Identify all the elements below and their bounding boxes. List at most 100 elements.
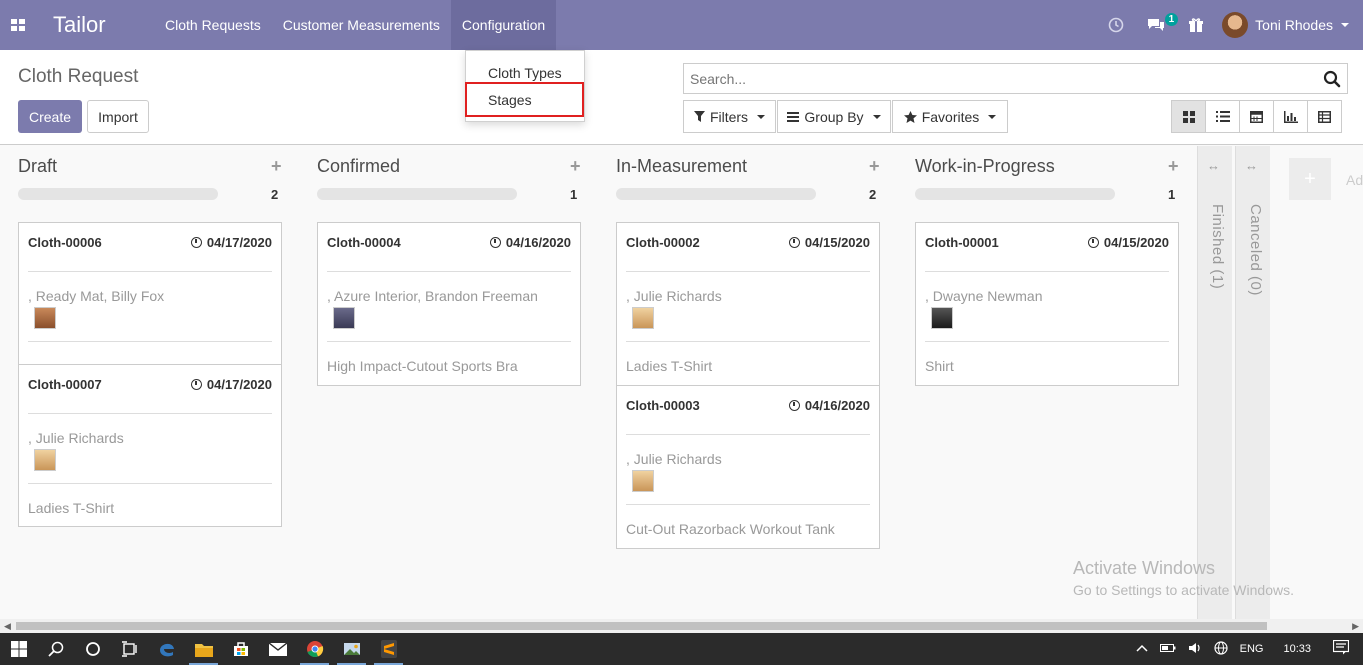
star-icon: [903, 110, 917, 123]
search-input[interactable]: [690, 70, 1310, 87]
chevron-down-icon: [872, 114, 881, 119]
file-explorer-icon[interactable]: [185, 633, 222, 665]
search-icon[interactable]: [1323, 70, 1341, 88]
search-icon[interactable]: [37, 633, 74, 665]
card-date: 04/17/2020: [190, 235, 272, 250]
favorites-button[interactable]: Favorites: [892, 100, 1008, 133]
mail-icon[interactable]: [259, 633, 296, 665]
column-count: 1: [570, 187, 578, 202]
avatar: [333, 307, 355, 329]
dropdown-item-cloth-types[interactable]: Cloth Types: [488, 65, 562, 81]
clock-icon: [1087, 237, 1099, 248]
chevron-up-icon[interactable]: [1136, 643, 1148, 655]
card-product: Cut-Out Razorback Workout Tank: [626, 521, 835, 537]
column-count: 2: [271, 187, 279, 202]
add-column-button[interactable]: +: [1289, 158, 1331, 200]
column-progress-bar: [317, 188, 517, 200]
chevron-down-icon: [1341, 23, 1349, 27]
clock-icon: [788, 400, 800, 411]
avatar: [34, 307, 56, 329]
task-view-icon[interactable]: [111, 633, 148, 665]
column-title: Work-in-Progress: [915, 156, 1055, 176]
calendar-icon: [1250, 111, 1263, 123]
clock-icon: [190, 237, 202, 248]
user-menu[interactable]: Toni Rhodes: [1214, 0, 1363, 50]
menu-cloth-requests[interactable]: Cloth Requests: [154, 0, 272, 50]
add-card-icon[interactable]: +: [570, 156, 581, 177]
control-panel: Cloth Request Create Import Filters Grou…: [0, 50, 1363, 145]
store-icon[interactable]: [222, 633, 259, 665]
network-globe-icon[interactable]: [1214, 640, 1228, 658]
clock-icon: [190, 379, 202, 390]
photos-icon[interactable]: [333, 633, 370, 665]
kanban-card[interactable]: Cloth-00004 04/16/2020 , Azure Interior,…: [317, 222, 581, 386]
column-title: Confirmed: [317, 156, 401, 176]
notifications-icon[interactable]: [1332, 639, 1350, 658]
column-title: Draft: [18, 156, 58, 176]
card-date: 04/17/2020: [190, 377, 272, 392]
system-tray: ENG 10:33: [1130, 633, 1363, 665]
graph-view-button[interactable]: [1273, 100, 1308, 133]
add-card-icon[interactable]: +: [271, 156, 282, 177]
card-partner: , Dwayne Newman: [925, 288, 1043, 304]
gift-icon[interactable]: [1178, 0, 1214, 50]
group-by-button[interactable]: Group By: [777, 100, 891, 133]
add-card-icon[interactable]: +: [869, 156, 880, 177]
menu-customer-measurements[interactable]: Customer Measurements: [272, 0, 451, 50]
calendar-view-button[interactable]: [1239, 100, 1274, 133]
folded-column-finished[interactable]: ↔ Finished (1): [1197, 146, 1232, 619]
horizontal-scrollbar[interactable]: ◀ ▶: [0, 619, 1363, 633]
apps-menu-icon[interactable]: [0, 0, 36, 50]
column-count: 1: [1168, 187, 1176, 202]
edge-browser-icon[interactable]: [148, 633, 185, 665]
pivot-view-button[interactable]: [1307, 100, 1342, 133]
chrome-icon[interactable]: [296, 633, 333, 665]
add-card-icon[interactable]: +: [1168, 156, 1179, 177]
view-switcher: [1171, 100, 1342, 133]
create-button[interactable]: Create: [18, 100, 82, 133]
card-date: 04/15/2020: [788, 235, 870, 250]
card-name: Cloth-00003: [626, 398, 700, 413]
import-button[interactable]: Import: [87, 100, 149, 133]
clock-time[interactable]: 10:33: [1283, 643, 1311, 655]
kanban-card[interactable]: Cloth-00001 04/15/2020 , Dwayne Newman S…: [915, 222, 1179, 386]
battery-icon[interactable]: [1159, 643, 1176, 656]
menu-configuration[interactable]: Configuration: [450, 0, 557, 50]
scroll-right-icon[interactable]: ▶: [1352, 621, 1359, 632]
filters-button[interactable]: Filters: [683, 100, 776, 133]
scrollbar-thumb[interactable]: [16, 622, 1267, 630]
expand-arrows-icon: ↔: [1245, 158, 1258, 173]
card-product: Ladies T-Shirt: [626, 358, 713, 374]
sublime-text-icon[interactable]: [370, 633, 407, 665]
column-progress-bar: [18, 188, 218, 200]
avatar: [632, 307, 654, 329]
filter-icon: [693, 111, 705, 122]
kanban-card[interactable]: Cloth-00007 04/17/2020 , Julie Richards …: [18, 364, 282, 527]
column-progress-bar: [915, 188, 1115, 200]
filters-label: Filters: [709, 108, 749, 125]
app-brand[interactable]: Tailor: [53, 12, 147, 38]
windows-taskbar: ENG 10:33: [0, 633, 1363, 665]
card-partner: , Julie Richards: [28, 430, 124, 446]
kanban-board: Draft + 2 Cloth-00006 04/17/2020 , Ready…: [0, 146, 1363, 619]
chat-badge: 1: [1164, 13, 1179, 26]
kanban-card[interactable]: Cloth-00002 04/15/2020 , Julie Richards …: [616, 222, 880, 386]
chevron-down-icon: [988, 114, 997, 119]
avatar: [632, 470, 654, 492]
scroll-left-icon[interactable]: ◀: [4, 621, 11, 632]
kanban-view-button[interactable]: [1171, 100, 1206, 133]
messaging-chat-icon[interactable]: 1: [1134, 0, 1179, 50]
volume-icon[interactable]: [1188, 642, 1202, 657]
avatar: [34, 449, 56, 471]
column-title: In-Measurement: [616, 156, 748, 176]
language-indicator[interactable]: ENG: [1240, 643, 1264, 655]
user-name: Toni Rhodes: [1255, 17, 1333, 33]
folded-column-canceled[interactable]: ↔ Canceled (0): [1235, 146, 1270, 619]
cortana-icon[interactable]: [74, 633, 111, 665]
activity-clock-icon[interactable]: [1098, 0, 1134, 50]
kanban-card[interactable]: Cloth-00003 04/16/2020 , Julie Richards …: [616, 385, 880, 549]
chevron-down-icon: [757, 114, 766, 119]
list-view-button[interactable]: [1205, 100, 1240, 133]
windows-start-icon[interactable]: [0, 633, 37, 665]
kanban-card[interactable]: Cloth-00006 04/17/2020 , Ready Mat, Bill…: [18, 222, 282, 365]
